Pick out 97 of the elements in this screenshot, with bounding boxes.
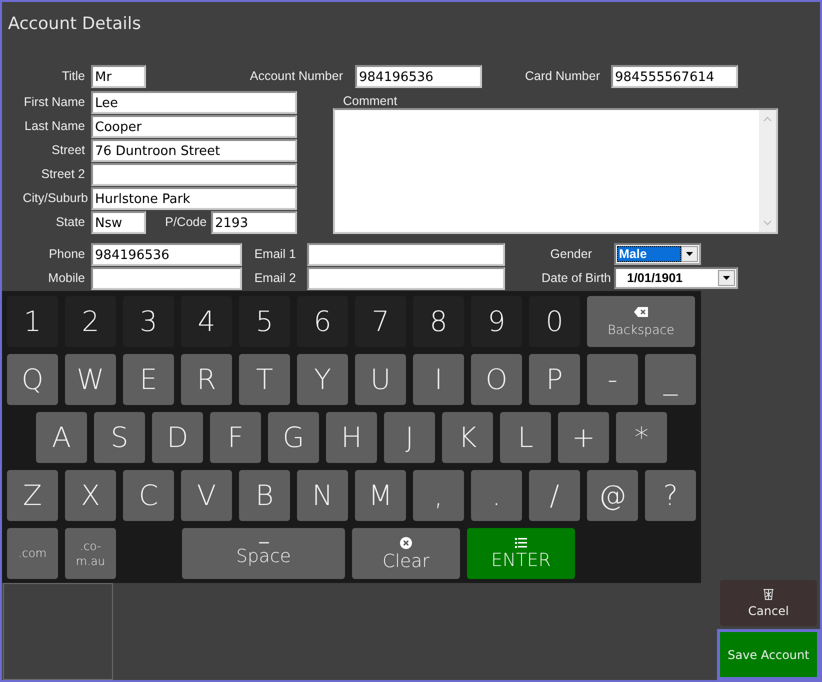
keyboard-key[interactable]: 9 — [471, 296, 522, 347]
keyboard-key[interactable]: . — [471, 470, 522, 521]
save-button[interactable]: Save Account — [717, 629, 820, 680]
field-label: P/Code — [165, 215, 208, 229]
clear-icon — [400, 536, 412, 548]
keyboard-key[interactable]: Y — [297, 354, 348, 405]
field-label: City/Suburb — [22, 191, 88, 205]
space-key[interactable]: Space — [182, 528, 345, 579]
keyboard-key[interactable]: 3 — [123, 296, 174, 347]
keyboard-key[interactable]: 7 — [355, 296, 406, 347]
keyboard-key[interactable]: J — [384, 412, 435, 463]
keyboard-key[interactable]: Z — [7, 470, 58, 521]
input-field[interactable] — [307, 266, 505, 290]
keyboard-key[interactable]: + — [558, 412, 609, 463]
cancel-button[interactable]: Cancel — [720, 580, 817, 626]
keyboard-key[interactable]: K — [442, 412, 493, 463]
input-field[interactable]: Nsw — [91, 210, 146, 234]
keyboard-key[interactable]: - — [587, 354, 638, 405]
keyboard-key[interactable]: 6 — [297, 296, 348, 347]
keyboard-key[interactable]: , — [413, 470, 464, 521]
input-field[interactable]: 2193 — [211, 210, 297, 234]
field-label: Comment — [343, 94, 398, 108]
field-label: State — [54, 215, 86, 229]
input-field[interactable]: 984196536 — [91, 242, 242, 266]
field-label: Account Number — [248, 69, 344, 83]
keyboard-key[interactable]: V — [181, 470, 232, 521]
backspace-key[interactable]: Backspace — [587, 296, 695, 347]
field-label: Email 2 — [253, 271, 297, 285]
keyboard-key[interactable]: O — [471, 354, 522, 405]
input-field[interactable]: 984555567614 — [611, 64, 738, 88]
keyboard-key[interactable]: B — [239, 470, 290, 521]
field-label: Phone — [48, 247, 86, 261]
input-field[interactable]: Lee — [91, 90, 297, 114]
keyboard-key[interactable]: E — [123, 354, 174, 405]
window-title: Account Details — [8, 14, 142, 36]
field-label: Card Number — [524, 69, 601, 83]
caret-icon — [686, 252, 693, 256]
field-label: Email 1 — [253, 247, 297, 261]
keyboard-key[interactable]: / — [529, 470, 580, 521]
input-field[interactable] — [91, 266, 242, 290]
field-label: Gender — [549, 247, 593, 261]
dropdown[interactable]: 1/01/1901 — [614, 267, 738, 289]
keyboard-key[interactable]: C — [123, 470, 174, 521]
field-label: Title — [60, 69, 86, 83]
input-field[interactable]: Cooper — [91, 114, 297, 138]
keyboard-key[interactable]: X — [65, 470, 116, 521]
keyboard-key[interactable]: .com — [7, 528, 58, 579]
space-icon — [258, 541, 268, 544]
dropdown[interactable]: Male — [614, 243, 701, 265]
input-field[interactable] — [91, 162, 297, 186]
input-field[interactable]: Hurlstone Park — [91, 186, 297, 210]
keyboard-key[interactable]: ? — [645, 470, 696, 521]
field-label: Street 2 — [40, 167, 86, 181]
field-label: Mobile — [47, 271, 86, 285]
enter-key[interactable]: ENTER — [467, 528, 575, 579]
input-field[interactable]: Mr — [91, 64, 146, 88]
keyboard-key[interactable]: _ — [645, 354, 696, 405]
keyboard-key[interactable]: I — [413, 354, 464, 405]
input-field[interactable] — [307, 242, 505, 266]
keyboard-key[interactable]: U — [355, 354, 406, 405]
keyboard-key[interactable]: A — [36, 412, 87, 463]
keyboard-key[interactable]: F — [210, 412, 261, 463]
keyboard-key[interactable]: * — [616, 412, 667, 463]
scroll-down-icon — [763, 220, 772, 226]
keyboard-key[interactable]: M — [355, 470, 406, 521]
keyboard-key[interactable]: S — [94, 412, 145, 463]
keyboard-key[interactable]: 4 — [181, 296, 232, 347]
keyboard-key[interactable]: 0 — [529, 296, 580, 347]
comment-field[interactable] — [333, 108, 778, 234]
clear-key[interactable]: Clear — [352, 528, 460, 579]
keyboard-key[interactable]: H — [326, 412, 377, 463]
keyboard-key[interactable]: D — [152, 412, 203, 463]
backspace-icon — [633, 306, 649, 318]
keyboard-key[interactable]: P — [529, 354, 580, 405]
keyboard-key[interactable]: @ — [587, 470, 638, 521]
keyboard-key[interactable]: .co-m.au — [65, 528, 116, 579]
keyboard-key[interactable]: N — [297, 470, 348, 521]
scroll-up-icon — [763, 116, 772, 122]
keyboard-key[interactable]: Q — [7, 354, 58, 405]
keyboard-key[interactable]: G — [268, 412, 319, 463]
input-field[interactable]: 984196536 — [355, 64, 482, 88]
field-label: First Name — [22, 95, 86, 109]
list-icon — [515, 538, 527, 548]
input-field[interactable]: 76 Duntroon Street — [91, 138, 297, 162]
caret-icon — [723, 276, 730, 280]
trash-icon — [763, 588, 774, 600]
field-label: Date of Birth — [541, 271, 611, 285]
keyboard-key[interactable]: T — [239, 354, 290, 405]
keyboard-key[interactable]: 8 — [413, 296, 464, 347]
keyboard-key[interactable]: R — [181, 354, 232, 405]
keyboard-key[interactable]: 5 — [239, 296, 290, 347]
keyboard-key[interactable]: L — [500, 412, 551, 463]
keyboard-key[interactable]: W — [65, 354, 116, 405]
field-label: Last Name — [24, 119, 86, 133]
field-label: Street — [50, 143, 86, 157]
keyboard-key[interactable]: 1 — [7, 296, 58, 347]
keyboard-key[interactable]: 2 — [65, 296, 116, 347]
